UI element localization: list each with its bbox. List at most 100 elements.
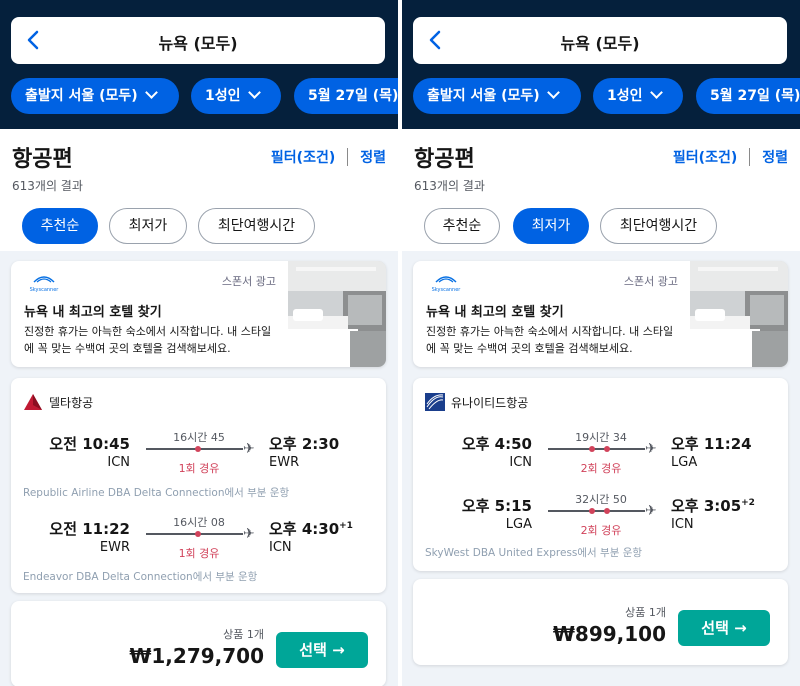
page-title: 항공편	[414, 147, 475, 172]
result-count: 613개의 결과	[414, 179, 485, 193]
stop-count: 1회 경유	[178, 547, 220, 560]
stop-count: 2회 경유	[580, 524, 622, 537]
search-header: 뉴욕 (모두) 출발지 서울 (모두) 1성인 5월 27일 (목) -	[402, 0, 800, 129]
results-screen-recommended: 뉴욕 (모두) 출발지 서울 (모두) 1성인 5월 27일 (목) - 항공편…	[0, 0, 398, 686]
chevron-down-icon	[649, 86, 663, 99]
departure-airport: EWR	[99, 540, 130, 555]
plane-icon: ✈	[243, 441, 255, 457]
ad-title: 뉴욕 내 최고의 호텔 찾기	[426, 305, 564, 320]
departure-time: 오후 4:50	[461, 435, 532, 453]
operated-by-note: SkyWest DBA United Express에서 부분 운항	[425, 547, 643, 559]
arrival-time: 오후 3:05+2	[671, 497, 755, 515]
date-chip[interactable]: 5월 27일 (목) -	[294, 78, 398, 114]
operated-by-note: Endeavor DBA Delta Connection에서 부분 운항	[23, 571, 258, 583]
airline-name: 유나이티드항공	[451, 395, 529, 410]
arrival-airport: ICN	[269, 540, 292, 555]
airline-name: 델타항공	[49, 395, 94, 410]
select-button[interactable]: 선택 →	[678, 610, 770, 646]
hotel-ad-card[interactable]: Skyscanner 스폰서 광고 뉴욕 내 최고의 호텔 찾기 진정한 휴가는…	[413, 261, 788, 367]
svg-text:Skyscanner: Skyscanner	[432, 287, 462, 293]
skyscanner-logo-icon: Skyscanner	[432, 276, 462, 293]
sponsored-label: 스폰서 광고	[623, 275, 678, 288]
search-summary-box[interactable]: 뉴욕 (모두)	[413, 17, 787, 64]
flight-duration: 19시간 34	[575, 431, 627, 444]
price-card: 상품 1개 ₩1,279,700 선택 →	[11, 601, 386, 686]
stop-dot	[195, 446, 201, 452]
ad-title: 뉴욕 내 최고의 호텔 찾기	[24, 305, 162, 320]
ad-description: 진정한 휴가는 아늑한 숙소에서 시작합니다. 내 스타일에 꼭 맞는 수백여 …	[426, 325, 674, 355]
filter-link[interactable]: 필터(조건)	[271, 147, 335, 167]
search-header: 뉴욕 (모두) 출발지 서울 (모두) 1성인 5월 27일 (목) -	[0, 0, 398, 129]
hotel-room-image	[288, 261, 386, 367]
stop-dot	[604, 508, 610, 514]
sort-fastest-button[interactable]: 최단여행시간	[600, 208, 717, 244]
sort-recommended-button[interactable]: 추천순	[22, 208, 98, 244]
sort-cheapest-button[interactable]: 최저가	[513, 208, 589, 244]
date-chip[interactable]: 5월 27일 (목) -	[696, 78, 800, 114]
deal-count: 상품 1개	[223, 628, 264, 641]
page-title: 항공편	[12, 147, 73, 172]
search-summary-box[interactable]: 뉴욕 (모두)	[11, 17, 385, 64]
ad-description: 진정한 휴가는 아늑한 숙소에서 시작합니다. 내 스타일에 꼭 맞는 수백여 …	[24, 325, 272, 355]
arrival-time: 오후 4:30+1	[269, 520, 353, 538]
sort-cheapest-button[interactable]: 최저가	[109, 208, 187, 244]
divider	[749, 148, 751, 166]
route-line	[548, 510, 645, 512]
divider	[347, 148, 349, 166]
departure-time: 오전 11:22	[49, 520, 130, 538]
select-button[interactable]: 선택 →	[276, 632, 368, 668]
chevron-down-icon	[546, 86, 560, 99]
flight-card[interactable]: 유나이티드항공 오후 4:50 ICN 19시간 34 ✈ 2회 경유 오후 1…	[413, 378, 788, 571]
sort-recommended-button[interactable]: 추천순	[424, 208, 500, 244]
flight-duration: 32시간 50	[575, 493, 627, 506]
hotel-ad-card[interactable]: Skyscanner 스폰서 광고 뉴욕 내 최고의 호텔 찾기 진정한 휴가는…	[11, 261, 386, 367]
flight-card[interactable]: 델타항공 오전 10:45 ICN 16시간 45 ✈ 1회 경유 오후 2:3…	[11, 378, 386, 593]
deal-count: 상품 1개	[625, 606, 666, 619]
chevron-down-icon	[247, 86, 261, 99]
sponsored-label: 스폰서 광고	[221, 275, 276, 288]
destination-title: 뉴욕 (모두)	[158, 34, 238, 53]
chevron-down-icon	[144, 86, 158, 99]
origin-chip[interactable]: 출발지 서울 (모두)	[413, 78, 581, 114]
united-logo-icon	[425, 393, 445, 411]
flight-duration: 16시간 45	[173, 431, 225, 444]
arrival-time: 오후 2:30	[269, 435, 340, 453]
departure-airport: ICN	[509, 455, 532, 470]
filter-link[interactable]: 필터(조건)	[673, 147, 737, 167]
hotel-room-image	[690, 261, 788, 367]
stop-dot	[589, 446, 595, 452]
stop-dot	[195, 531, 201, 537]
departure-airport: ICN	[107, 455, 130, 470]
delta-logo-icon	[24, 394, 42, 410]
destination-title: 뉴욕 (모두)	[560, 34, 640, 53]
flight-duration: 16시간 08	[173, 516, 225, 529]
outbound-leg: 오후 4:50 ICN 19시간 34 ✈ 2회 경유 오후 11:24 LGA	[413, 431, 788, 495]
price: ₩1,279,700	[129, 644, 264, 668]
departure-airport: LGA	[505, 517, 532, 532]
sort-link[interactable]: 정렬	[762, 147, 788, 167]
result-count: 613개의 결과	[12, 179, 83, 193]
plane-icon: ✈	[243, 526, 255, 542]
travellers-chip[interactable]: 1성인	[191, 78, 281, 114]
arrival-time: 오후 11:24	[671, 435, 752, 453]
stop-dot	[589, 508, 595, 514]
results-screen-cheapest: 뉴욕 (모두) 출발지 서울 (모두) 1성인 5월 27일 (목) - 항공편…	[402, 0, 800, 686]
arrival-airport: ICN	[671, 517, 694, 532]
price-card: 상품 1개 ₩899,100 선택 →	[413, 579, 788, 665]
operated-by-note: Republic Airline DBA Delta Connection에서 …	[23, 487, 290, 499]
departure-time: 오전 10:45	[49, 435, 130, 453]
arrival-airport: EWR	[269, 455, 300, 470]
svg-text:Skyscanner: Skyscanner	[30, 287, 60, 293]
sort-fastest-button[interactable]: 최단여행시간	[198, 208, 315, 244]
plane-icon: ✈	[645, 441, 657, 457]
origin-chip[interactable]: 출발지 서울 (모두)	[11, 78, 179, 114]
travellers-chip[interactable]: 1성인	[593, 78, 683, 114]
departure-time: 오후 5:15	[461, 497, 532, 515]
plane-icon: ✈	[645, 503, 657, 519]
stop-dot	[604, 446, 610, 452]
sort-link[interactable]: 정렬	[360, 147, 386, 167]
arrival-airport: LGA	[671, 455, 698, 470]
price: ₩899,100	[552, 622, 666, 646]
stop-count: 1회 경유	[178, 462, 220, 475]
route-line	[548, 448, 645, 450]
